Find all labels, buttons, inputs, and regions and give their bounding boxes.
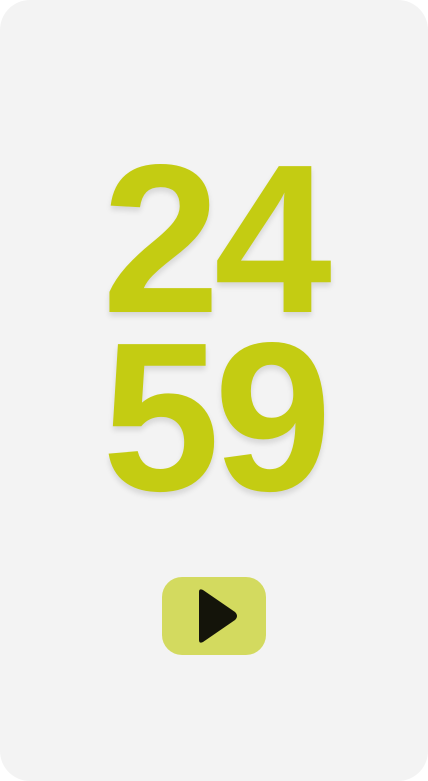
timer-minutes: 59 xyxy=(102,298,332,535)
play-icon xyxy=(187,586,241,646)
timer-display: 24 59 xyxy=(0,133,428,535)
app-screen: 24 59 xyxy=(0,0,428,781)
play-button[interactable] xyxy=(162,577,266,655)
